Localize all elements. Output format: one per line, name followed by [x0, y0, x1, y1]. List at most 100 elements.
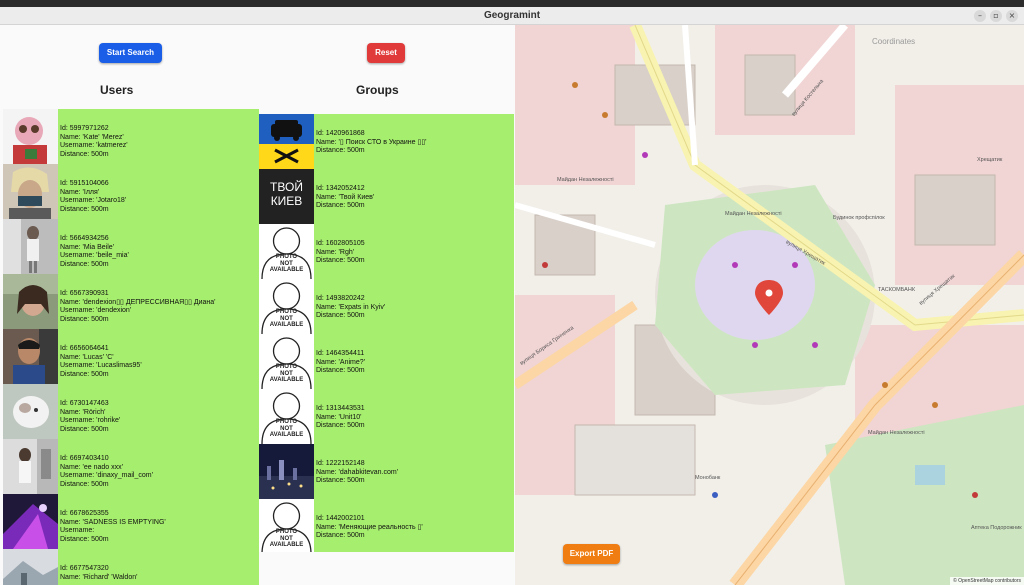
group-id: Id: 1222152148: [316, 460, 365, 467]
close-button[interactable]: ×: [1006, 10, 1018, 22]
group-info: Id: 1222152148 Name: 'dahabkitevan.com' …: [316, 460, 398, 486]
group-row[interactable]: PHOTO NOT AVAILABLE Id: 1464354411 Name: '…: [259, 334, 514, 389]
user-distance: Distance: 500m: [60, 150, 109, 158]
group-id: Id: 1493820242: [316, 295, 365, 302]
user-row[interactable]: Id: 6730147463 Name: 'Rörich' Username: …: [3, 384, 259, 439]
group-row[interactable]: PHOTO NOT AVAILABLE Id: 1493820242 Name: '…: [259, 279, 514, 334]
photo-not-available-icon: PHOTO NOT AVAILABLE: [259, 224, 314, 279]
group-avatar: PHOTO NOT AVAILABLE: [259, 279, 314, 334]
user-id: Id: 6677547320: [60, 565, 109, 572]
user-id: Id: 6697403410: [60, 455, 109, 462]
user-avatar: [3, 109, 58, 164]
group-id: Id: 1420961868: [316, 130, 365, 137]
group-row[interactable]: Id: 1222152148 Name: 'dahabkitevan.com' …: [259, 444, 514, 499]
group-name: Name: 'Unit10': [316, 413, 362, 421]
user-name: Name: 'Ілля': [60, 188, 100, 196]
group-id: Id: 1442002101: [316, 515, 365, 522]
user-info: Id: 5915104066 Name: 'Ілля' Username: 'J…: [60, 180, 126, 214]
user-distance: Distance: 500m: [60, 480, 109, 488]
group-name: Name: 'dahabkitevan.com': [316, 468, 399, 476]
group-id: Id: 1464354411: [316, 350, 365, 357]
group-distance: Distance: 500m: [316, 257, 365, 264]
user-avatar: [3, 494, 58, 549]
user-distance: Distance: 500m: [60, 425, 109, 433]
group-info: Id: 1464354411 Name: 'Anime?' Distance: …: [316, 350, 365, 376]
user-name: Name: 'Kate' 'Merez': [60, 133, 124, 141]
photo-not-available-icon: PHOTO NOT AVAILABLE: [259, 389, 314, 444]
group-avatar: PHOTO NOT AVAILABLE: [259, 224, 314, 279]
user-avatar: [3, 384, 58, 439]
map-tiles: [515, 25, 1024, 585]
group-distance: Distance: 500m: [316, 477, 365, 484]
user-row[interactable]: Id: 6677547320 Name: 'Richard' 'Waldon': [3, 549, 259, 585]
maximize-button[interactable]: ▫: [990, 10, 1002, 22]
photo-not-available-icon: PHOTO NOT AVAILABLE: [259, 334, 314, 389]
group-photo-text: ТВОЙ КИЕВ: [270, 180, 303, 208]
group-id: Id: 1342052412: [316, 185, 365, 192]
group-info: Id: 1442002101 Name: 'Меняющие реальност…: [316, 515, 423, 541]
user-row[interactable]: Id: 5915104066 Name: 'Ілля' Username: 'J…: [3, 164, 259, 219]
user-avatar: [3, 439, 58, 494]
group-info: Id: 1313443531 Name: 'Unit10' Distance: …: [316, 405, 365, 431]
user-info: Id: 6730147463 Name: 'Rörich' Username: …: [60, 400, 120, 434]
user-info: Id: 6697403410 Name: 'ee nado xxx' Usern…: [60, 455, 153, 489]
group-id: Id: 1602805105: [316, 240, 365, 247]
minimize-button[interactable]: –: [974, 10, 986, 22]
group-name: Name: 'Rgh': [316, 248, 355, 256]
user-name: Name: 'Lucas' 'C': [60, 353, 114, 361]
user-name: Name: 'Mia Beile': [60, 243, 115, 251]
window-title: Geogramint: [483, 10, 541, 21]
group-distance: Distance: 500m: [316, 147, 365, 154]
group-distance: Distance: 500m: [316, 422, 365, 429]
map-label: Майдан Незалежності: [557, 177, 614, 183]
user-row[interactable]: Id: 5997971262 Name: 'Kate' 'Merez' User…: [3, 109, 259, 164]
user-username: Username: 'dendexion': [60, 307, 132, 314]
map-label: Хрещатик: [977, 157, 1003, 163]
user-id: Id: 6730147463: [60, 400, 109, 407]
user-row[interactable]: Id: 6678625355 Name: 'SADNESS IS EMPTYIN…: [3, 494, 259, 549]
user-info: Id: 6677547320 Name: 'Richard' 'Waldon': [60, 565, 137, 582]
groups-list[interactable]: Id: 1420961868 Name: '▯ Поиск СТО в Укра…: [259, 114, 514, 552]
user-row[interactable]: Id: 6567390931 Name: 'dendexion▯▯ ДЕПРЕС…: [3, 274, 259, 329]
reset-button[interactable]: Reset: [367, 43, 405, 63]
user-distance: Distance: 500m: [60, 370, 109, 378]
user-row[interactable]: Id: 6656064641 Name: 'Lucas' 'C' Usernam…: [3, 329, 259, 384]
user-username: Username: 'dinaxy_mail_com': [60, 472, 153, 479]
group-avatar: [259, 114, 314, 169]
user-avatar: [3, 274, 58, 329]
group-avatar: [259, 444, 314, 499]
export-pdf-button[interactable]: Export PDF: [563, 544, 620, 564]
coordinates-label: Coordinates: [872, 37, 916, 46]
group-distance: Distance: 500m: [316, 202, 365, 209]
user-id: Id: 6567390931: [60, 290, 109, 297]
map-label: Монобанк: [695, 475, 721, 481]
group-row[interactable]: PHOTO NOT AVAILABLE Id: 1602805105 Name: '…: [259, 224, 514, 279]
user-row[interactable]: Id: 6697403410 Name: 'ee nado xxx' Usern…: [3, 439, 259, 494]
user-distance: Distance: 500m: [60, 260, 109, 268]
map-label: Майдан Незалежності: [868, 430, 925, 436]
user-username: Username: 'katmerez': [60, 142, 128, 149]
user-id: Id: 5997971262: [60, 125, 109, 132]
map-label: Майдан Незалежності: [725, 211, 782, 217]
user-name: Name: 'Richard' 'Waldon': [60, 573, 138, 581]
start-search-button[interactable]: Start Search: [99, 43, 162, 63]
group-distance: Distance: 500m: [316, 312, 365, 319]
user-name: Name: 'ee nado xxx': [60, 463, 123, 471]
user-distance: Distance: 500m: [60, 535, 109, 543]
group-row[interactable]: ТВОЙ КИЕВ Id: 1342052412 Name: 'Твой Кие…: [259, 169, 514, 224]
os-top-bar: [0, 0, 1024, 7]
group-info: Id: 1602805105 Name: 'Rgh' Distance: 500…: [316, 240, 365, 266]
group-name: Name: '▯ Поиск СТО в Украине ▯▯': [316, 138, 427, 146]
map-view[interactable]: Coordinates Майдан Незалежності Майдан Н…: [515, 25, 1024, 585]
user-name: Name: 'Rörich': [60, 408, 106, 416]
group-avatar: PHOTO NOT AVAILABLE: [259, 389, 314, 444]
group-distance: Distance: 500m: [316, 367, 365, 374]
user-info: Id: 6656064641 Name: 'Lucas' 'C' Usernam…: [60, 345, 142, 379]
group-row[interactable]: PHOTO NOT AVAILABLE Id: 1442002101 Name: '…: [259, 499, 514, 552]
group-row[interactable]: PHOTO NOT AVAILABLE Id: 1313443531 Name: '…: [259, 389, 514, 444]
user-row[interactable]: Id: 5664934256 Name: 'Mia Beile' Usernam…: [3, 219, 259, 274]
users-list[interactable]: Id: 5997971262 Name: 'Kate' 'Merez' User…: [3, 109, 259, 585]
group-row[interactable]: Id: 1420961868 Name: '▯ Поиск СТО в Укра…: [259, 114, 514, 169]
user-username: Username: 'rohrike': [60, 417, 121, 424]
photo-not-available-icon: PHOTO NOT AVAILABLE: [259, 279, 314, 334]
